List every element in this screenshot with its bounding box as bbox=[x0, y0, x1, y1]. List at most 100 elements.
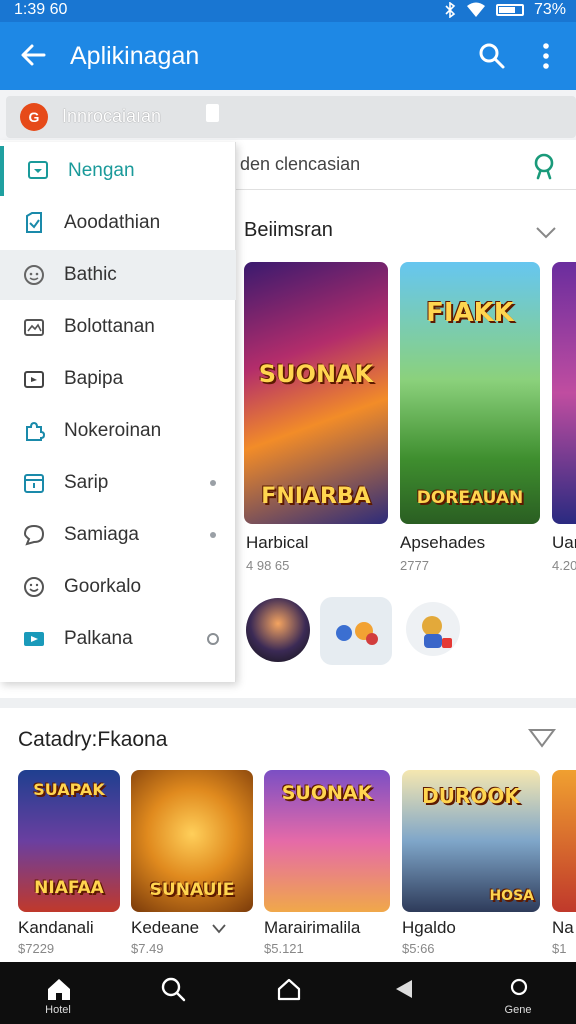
card-title: Kedeane bbox=[131, 918, 200, 937]
drawer-item-label: Sarip bbox=[64, 472, 109, 493]
drawer-item[interactable]: Nokeroinan bbox=[0, 406, 236, 456]
account-name: Innrocaiaıan bbox=[62, 106, 162, 126]
card-subtitle: 2777 bbox=[400, 558, 429, 573]
card-title: Uar bbox=[552, 533, 576, 552]
card-subtitle: $1 bbox=[552, 941, 567, 956]
house-outline-icon bbox=[277, 978, 301, 1001]
card-subtitle: $7229 bbox=[18, 941, 55, 956]
game-characters-icon bbox=[336, 622, 378, 645]
drawer-item[interactable]: Samiaga bbox=[0, 510, 236, 560]
nav-home-outline[interactable] bbox=[248, 962, 328, 1024]
status-dot bbox=[210, 532, 216, 538]
search-bar[interactable]: den clencasian bbox=[236, 142, 576, 190]
drawer-item-label: Bathic bbox=[64, 264, 117, 285]
bottom-navigation: Hotel Gene bbox=[0, 962, 576, 1024]
battery-icon bbox=[495, 4, 524, 16]
filter-triangle-icon[interactable] bbox=[528, 728, 556, 748]
home-icon bbox=[48, 979, 70, 1000]
card-title: Na bbox=[552, 918, 574, 937]
tablet-icon bbox=[28, 161, 48, 179]
app-bar: Aplikinagan bbox=[0, 22, 576, 90]
search-input[interactable]: den clencasian bbox=[240, 154, 360, 175]
puzzle-icon bbox=[26, 421, 46, 441]
search-icon[interactable] bbox=[478, 42, 506, 70]
status-dot bbox=[210, 480, 216, 486]
nav-back[interactable] bbox=[364, 962, 444, 1024]
game-card[interactable]: SUNAUIE bbox=[131, 770, 253, 912]
game-card[interactable]: SUONAK bbox=[264, 770, 390, 912]
video-icon bbox=[24, 371, 44, 388]
account-logo-icon: G bbox=[20, 103, 48, 131]
card-title: Harbical bbox=[246, 533, 309, 552]
card-art-subtitle: FNIARBA bbox=[261, 484, 371, 509]
drawer-item-label: Goorkalo bbox=[64, 576, 142, 597]
status-icons: 73% bbox=[444, 0, 566, 20]
card-art-title: DUROOK bbox=[422, 784, 520, 808]
drawer-item-label: Aoodathian bbox=[64, 212, 161, 233]
drawer-item-label: Bolottanan bbox=[64, 316, 155, 337]
game-card[interactable]: SUONAK FNIARBA bbox=[244, 262, 388, 524]
back-arrow-icon[interactable] bbox=[18, 40, 48, 70]
app-thumbnail[interactable] bbox=[320, 597, 392, 665]
card-art-subtitle: HOSA bbox=[489, 888, 534, 904]
drawer-item-label: Samiaga bbox=[64, 524, 139, 545]
card-title: Hgaldo bbox=[402, 918, 456, 937]
nav-search[interactable] bbox=[132, 962, 212, 1024]
app-thumbnail[interactable] bbox=[246, 598, 310, 662]
drawer-item[interactable]: Goorkalo bbox=[0, 562, 236, 612]
drawer-item[interactable]: Nengan bbox=[0, 146, 236, 196]
game-character-icon bbox=[422, 616, 452, 648]
game-card[interactable]: SUAPAK NIAFAA bbox=[18, 770, 120, 912]
search-icon bbox=[161, 977, 186, 1002]
chevron-down-icon[interactable] bbox=[535, 226, 557, 240]
drawer-item-label: Palkana bbox=[64, 628, 133, 649]
game-card[interactable]: DUROOK HOSA bbox=[402, 770, 540, 912]
game-card[interactable] bbox=[552, 262, 576, 524]
nav-label: Hotel bbox=[45, 1004, 71, 1016]
card-art-title: SUAPAK bbox=[33, 780, 105, 799]
account-strip[interactable]: G Innrocaiaıan bbox=[6, 96, 576, 138]
drawer-item-label: Nokeroinan bbox=[64, 420, 162, 441]
card-subtitle: 4 98 65 bbox=[246, 558, 290, 573]
wifi-icon bbox=[466, 2, 485, 17]
tag-icon bbox=[396, 980, 412, 998]
radio-icon[interactable] bbox=[207, 633, 219, 645]
card-art-title: SUONAK bbox=[258, 360, 374, 388]
image-icon bbox=[24, 319, 44, 336]
card-art-subtitle: NIAFAA bbox=[34, 878, 104, 898]
game-card[interactable]: FIAKK DOREAUAN bbox=[400, 262, 540, 524]
section-divider bbox=[0, 698, 576, 708]
card-art-title: SUONAK bbox=[281, 782, 373, 804]
drawer-item-label: Bapipa bbox=[64, 368, 124, 389]
circle-icon bbox=[510, 978, 528, 996]
search-icon[interactable] bbox=[532, 152, 560, 180]
drawer-item[interactable]: Aoodathian bbox=[0, 198, 236, 248]
nav-home[interactable]: Hotel bbox=[18, 962, 98, 1024]
card-title: Apsehades bbox=[400, 533, 486, 552]
section-title: Beiimsran bbox=[244, 219, 333, 241]
drawer-item-label: Nengan bbox=[68, 160, 135, 181]
card-subtitle: $7.49 bbox=[131, 941, 164, 956]
app-thumbnail[interactable] bbox=[406, 602, 460, 656]
more-options-icon[interactable] bbox=[536, 42, 556, 70]
battery-percent: 73% bbox=[533, 1, 566, 18]
drawer-item[interactable]: Palkana bbox=[0, 614, 236, 664]
face-icon bbox=[24, 265, 44, 285]
chevron-down-icon[interactable] bbox=[212, 924, 226, 934]
drawer-item[interactable]: Bathic bbox=[0, 250, 236, 300]
play-icon bbox=[24, 632, 44, 646]
drawer-item[interactable]: Bolottanan bbox=[0, 302, 236, 352]
bluetooth-icon bbox=[445, 2, 456, 18]
game-card[interactable] bbox=[552, 770, 576, 912]
card-art-subtitle: DOREAUAN bbox=[416, 488, 524, 508]
navigation-drawer: Nengan Aoodathian Bathic Bolottanan Bapi… bbox=[0, 142, 236, 682]
document-icon bbox=[26, 212, 42, 233]
chat-icon bbox=[23, 524, 45, 546]
status-bar: 1:39 60 73% bbox=[0, 0, 576, 22]
nav-profile[interactable]: Gene bbox=[478, 962, 558, 1024]
calendar-icon bbox=[24, 474, 44, 493]
drawer-item[interactable]: Sarip bbox=[0, 458, 236, 508]
card-subtitle: 4.20 bbox=[552, 558, 576, 573]
card-subtitle: $5:66 bbox=[402, 941, 435, 956]
drawer-item[interactable]: Bapipa bbox=[0, 354, 236, 404]
